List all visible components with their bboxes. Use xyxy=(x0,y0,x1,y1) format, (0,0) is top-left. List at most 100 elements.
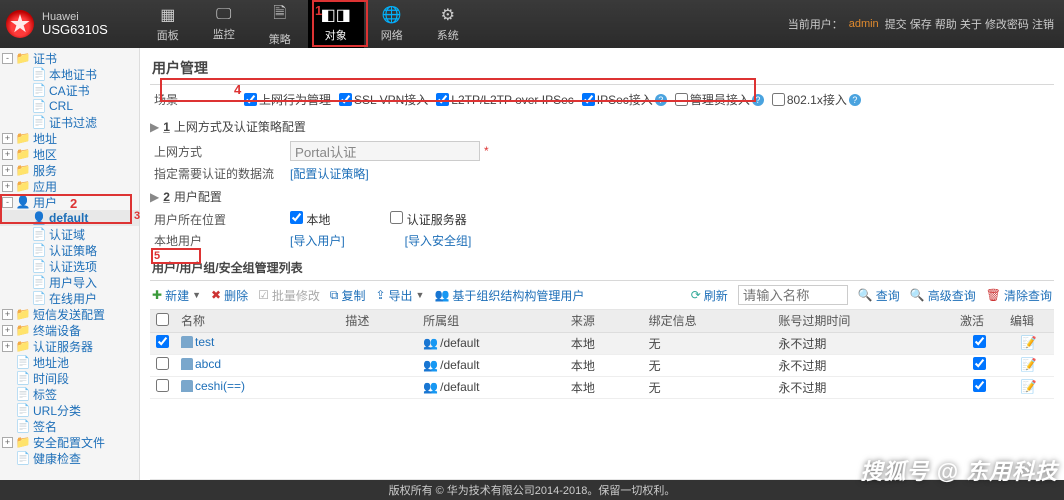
help-icon[interactable]: ? xyxy=(752,94,764,106)
sidebar-item-认证策略[interactable]: 📄认证策略 xyxy=(0,242,139,258)
toplink-关于[interactable]: 关于 xyxy=(960,19,982,31)
scene-管理员接入[interactable]: 管理员接入? xyxy=(675,91,764,108)
location-local-checkbox[interactable]: 本地 xyxy=(290,211,330,228)
sidebar-item-服务[interactable]: +📁服务 xyxy=(0,162,139,178)
toplink-注销[interactable]: 注销 xyxy=(1032,19,1054,31)
help-icon[interactable]: ? xyxy=(849,94,861,106)
table-row[interactable]: ceshi(==)👥 /default本地无永不过期📝 xyxy=(150,376,1054,398)
sidebar-item-短信发送配置[interactable]: +📁短信发送配置 xyxy=(0,306,139,322)
sidebar-item-认证域[interactable]: 📄认证域 xyxy=(0,226,139,242)
sidebar-item-CA证书[interactable]: 📄CA证书 xyxy=(0,82,139,98)
clear-search-button[interactable]: 🗑清除查询 xyxy=(986,287,1052,304)
sidebar-item-本地证书[interactable]: 📄本地证书 xyxy=(0,66,139,82)
help-icon[interactable]: ? xyxy=(655,94,667,106)
nav-面板[interactable]: ▦面板 xyxy=(140,0,196,48)
import-user-link[interactable]: [导入用户] xyxy=(290,232,345,249)
nav-网络[interactable]: 🌐网络 xyxy=(364,0,420,48)
nav-监控[interactable]: 🖵监控 xyxy=(196,0,252,48)
sidebar-item-地址[interactable]: +📁地址 xyxy=(0,130,139,146)
col-账号过期时间[interactable]: 账号过期时间 xyxy=(772,310,954,332)
nav-对象[interactable]: ◧◨对象 xyxy=(308,0,364,48)
config-policy-link[interactable]: [配置认证策略] xyxy=(290,165,369,182)
active-checkbox[interactable] xyxy=(973,335,986,348)
footer: 版权所有 © 华为技术有限公司2014-2018。保留一切权利。 xyxy=(0,480,1064,500)
sidebar-item-CRL[interactable]: 📄CRL xyxy=(0,98,139,114)
sidebar-item-用户[interactable]: -👤用户 xyxy=(0,194,139,210)
user-location-label: 用户所在位置 xyxy=(150,211,290,228)
active-checkbox[interactable] xyxy=(973,357,986,370)
sidebar-item-default[interactable]: 👤default xyxy=(0,210,139,226)
edit-icon[interactable]: 📝 xyxy=(1021,357,1037,372)
scene-label: 场景 xyxy=(154,91,244,108)
sidebar-item-认证选项[interactable]: 📄认证选项 xyxy=(0,258,139,274)
col-描述[interactable]: 描述 xyxy=(339,310,417,332)
col-绑定信息[interactable]: 绑定信息 xyxy=(643,310,773,332)
scene-L2TP/L2TP over IPSec[interactable]: L2TP/L2TP over IPSec xyxy=(436,93,574,107)
col-所属组[interactable]: 所属组 xyxy=(417,310,565,332)
section-1-header[interactable]: ▶1 上网方式及认证策略配置 xyxy=(150,114,1054,139)
user-name[interactable]: ceshi(==) xyxy=(195,379,245,393)
sidebar-item-在线用户[interactable]: 📄在线用户 xyxy=(0,290,139,306)
delete-button[interactable]: ✖删除 xyxy=(211,287,248,304)
toplink-提交[interactable]: 提交 xyxy=(885,19,907,31)
sidebar-item-应用[interactable]: +📁应用 xyxy=(0,178,139,194)
sidebar-item-认证服务器[interactable]: +📁认证服务器 xyxy=(0,338,139,354)
col-编辑[interactable]: 编辑 xyxy=(1004,310,1054,332)
user-name[interactable]: test xyxy=(195,335,214,349)
export-button[interactable]: ⇪导出▼ xyxy=(375,287,424,304)
folder-icon: 📁 xyxy=(16,436,30,448)
scene-SSL VPN接入[interactable]: SSL VPN接入 xyxy=(339,91,428,108)
scene-802.1x接入[interactable]: 802.1x接入? xyxy=(772,91,861,108)
auth-mode-label: 上网方式 xyxy=(150,143,290,160)
section-2-header[interactable]: ▶2 用户配置 xyxy=(150,184,1054,209)
nav-策略[interactable]: 🗎策略 xyxy=(252,0,308,48)
sidebar-item-时间段[interactable]: 📄时间段 xyxy=(0,370,139,386)
sidebar-item-终端设备[interactable]: +📁终端设备 xyxy=(0,322,139,338)
copy-button[interactable]: ⧉复制 xyxy=(330,287,366,304)
edit-icon[interactable]: 📝 xyxy=(1021,379,1037,394)
edit-icon[interactable]: 📝 xyxy=(1021,335,1037,350)
folder-icon: 📁 xyxy=(16,180,30,192)
sidebar-item-地址池[interactable]: 📄地址池 xyxy=(0,354,139,370)
row-checkbox[interactable] xyxy=(156,379,169,392)
nav-系统[interactable]: ⚙系统 xyxy=(420,0,476,48)
sidebar-item-签名[interactable]: 📄签名 xyxy=(0,418,139,434)
import-group-link[interactable]: [导入安全组] xyxy=(405,232,472,249)
table-row[interactable]: abcd👥 /default本地无永不过期📝 xyxy=(150,354,1054,376)
toplink-修改密码[interactable]: 修改密码 xyxy=(985,19,1029,31)
active-checkbox[interactable] xyxy=(973,379,986,392)
new-button[interactable]: ✚新建▼ xyxy=(152,287,201,304)
sidebar-item-证书[interactable]: -📁证书 xyxy=(0,50,139,66)
sidebar-item-证书过滤[interactable]: 📄证书过滤 xyxy=(0,114,139,130)
advanced-search-button[interactable]: 🔍高级查询 xyxy=(910,287,976,304)
auth-mode-input[interactable] xyxy=(290,141,480,161)
search-input[interactable] xyxy=(738,285,848,305)
user-name[interactable]: abcd xyxy=(195,357,221,371)
row-checkbox[interactable] xyxy=(156,357,169,370)
search-button[interactable]: 🔍查询 xyxy=(858,287,900,304)
refresh-button[interactable]: ⟳刷新 xyxy=(691,287,728,304)
toplink-帮助[interactable]: 帮助 xyxy=(935,19,957,31)
doc-icon: 📄 xyxy=(32,116,46,128)
scene-row: 场景 上网行为管理 SSL VPN接入 L2TP/L2TP over IPSec… xyxy=(150,85,1054,114)
scene-上网行为管理[interactable]: 上网行为管理 xyxy=(244,91,331,108)
top-bar: Huawei USG6310S ▦面板🖵监控🗎策略◧◨对象🌐网络⚙系统 当前用户… xyxy=(0,0,1064,48)
org-manage-button[interactable]: 👥基于组织结构构管理用户 xyxy=(434,287,584,304)
scene-IPSec接入[interactable]: IPSec接入? xyxy=(582,91,667,108)
toplink-保存[interactable]: 保存 xyxy=(910,19,932,31)
sidebar-item-地区[interactable]: +📁地区 xyxy=(0,146,139,162)
sidebar-item-用户导入[interactable]: 📄用户导入 xyxy=(0,274,139,290)
user-table: 名称描述所属组来源绑定信息账号过期时间激活编辑 test👥 /default本地… xyxy=(150,310,1054,399)
col-来源[interactable]: 来源 xyxy=(565,310,643,332)
col-激活[interactable]: 激活 xyxy=(954,310,1004,332)
col-check[interactable] xyxy=(150,310,175,332)
sidebar-item-健康检查[interactable]: 📄健康检查 xyxy=(0,450,139,466)
sidebar-item-标签[interactable]: 📄标签 xyxy=(0,386,139,402)
sidebar-item-安全配置文件[interactable]: +📁安全配置文件 xyxy=(0,434,139,450)
table-row[interactable]: test👥 /default本地无永不过期📝 xyxy=(150,332,1054,354)
row-checkbox[interactable] xyxy=(156,335,169,348)
main-nav: ▦面板🖵监控🗎策略◧◨对象🌐网络⚙系统 xyxy=(140,0,476,48)
location-authserver-checkbox[interactable]: 认证服务器 xyxy=(390,211,466,228)
col-名称[interactable]: 名称 xyxy=(175,310,339,332)
sidebar-item-URL分类[interactable]: 📄URL分类 xyxy=(0,402,139,418)
